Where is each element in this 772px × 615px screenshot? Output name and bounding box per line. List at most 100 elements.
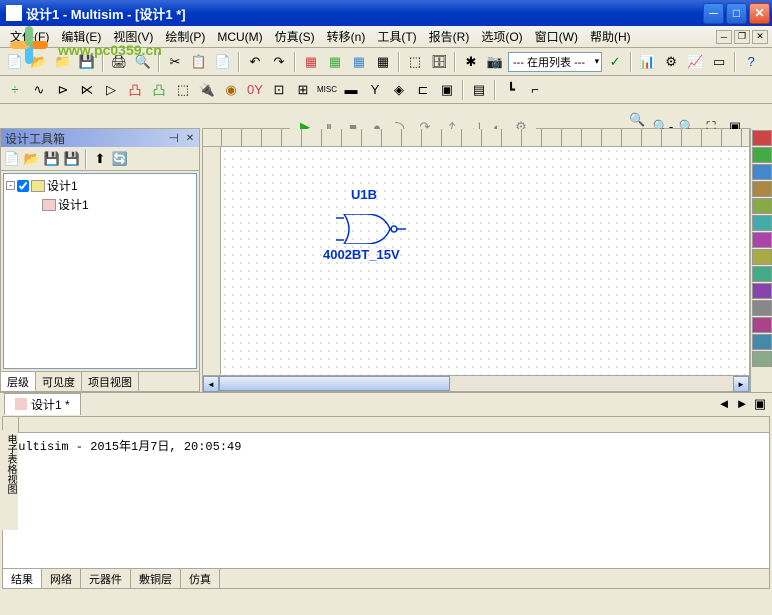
design-tree[interactable]: - 设计1 设计1 (3, 173, 197, 369)
menu-transfer[interactable]: 转移(n) (321, 26, 372, 47)
view-postprocessor-button[interactable]: ▦ (348, 51, 370, 73)
mcu-comp-button[interactable]: ▣ (436, 79, 458, 101)
iv-analyzer-button[interactable] (752, 300, 772, 316)
minimize-button[interactable]: ─ (703, 3, 724, 24)
distortion-button[interactable] (752, 317, 772, 333)
toolbox-close-button[interactable]: ✕ (183, 131, 197, 145)
menu-file[interactable]: 文件(F) (4, 26, 55, 47)
toolbox-refresh-button[interactable]: 🔄 (111, 150, 129, 168)
toolbox-open-button[interactable]: 📂 (23, 150, 41, 168)
close-button[interactable]: ✕ (749, 3, 770, 24)
4ch-scope-button[interactable] (752, 198, 772, 214)
component-refdes[interactable]: U1B (351, 187, 377, 202)
bode-button[interactable] (752, 215, 772, 231)
menu-mcu[interactable]: MCU(M) (211, 28, 268, 46)
database-button[interactable]: 🗄 (428, 51, 450, 73)
scroll-right-button[interactable]: ► (733, 376, 749, 392)
outtab-result[interactable]: 结果 (3, 569, 42, 588)
toolbox-up-button[interactable]: ⬆ (91, 150, 109, 168)
misc2-button[interactable]: MISC (316, 79, 338, 101)
schematic-canvas[interactable]: U1B 4002BT_15V (221, 147, 749, 375)
ttl-button[interactable]: 凸 (124, 79, 146, 101)
undo-button[interactable]: ↶ (244, 51, 266, 73)
scroll-left-button[interactable]: ◄ (203, 376, 219, 392)
open-button[interactable]: 📂 (28, 51, 50, 73)
network-button[interactable] (752, 351, 772, 367)
analog-button[interactable]: ▷ (100, 79, 122, 101)
doctab-close-button[interactable]: ▣ (752, 396, 768, 412)
menu-tools[interactable]: 工具(T) (371, 26, 422, 47)
cut-button[interactable]: ✂ (164, 51, 186, 73)
logic-analyzer-button[interactable] (752, 266, 772, 282)
print-preview-button[interactable]: 🔍 (132, 51, 154, 73)
basic-button[interactable]: ∿ (28, 79, 50, 101)
capture-button[interactable]: 📷 (484, 51, 506, 73)
open-sample-button[interactable]: 📁 (52, 51, 74, 73)
nor-gate-icon[interactable] (336, 214, 406, 244)
scroll-thumb[interactable] (219, 376, 450, 391)
power-button[interactable]: 0Y (244, 79, 266, 101)
copy-button[interactable]: 📋 (188, 51, 210, 73)
wire-button[interactable]: ⌐ (524, 79, 546, 101)
toolbox-save-button[interactable]: 💾 (43, 150, 61, 168)
output-header[interactable] (3, 417, 769, 433)
tree-root-item[interactable]: - 设计1 (6, 176, 194, 195)
erc-button[interactable]: ✱ (460, 51, 482, 73)
source-button[interactable]: ÷ (4, 79, 26, 101)
scrollbar-horizontal[interactable]: ◄ ► (203, 375, 749, 391)
tab-project[interactable]: 项目视图 (82, 372, 139, 391)
hierarchy-button[interactable]: ▤ (468, 79, 490, 101)
inuse-list-combo[interactable]: --- 在用列表 --- (508, 52, 602, 72)
advanced-button[interactable]: ⊞ (292, 79, 314, 101)
scroll-track[interactable] (219, 376, 733, 391)
help-button[interactable]: ? (740, 51, 762, 73)
save-button[interactable]: 💾 (76, 51, 98, 73)
logic-converter-button[interactable] (752, 283, 772, 299)
diode-button[interactable]: ⊳ (52, 79, 74, 101)
outtab-components[interactable]: 元器件 (81, 569, 131, 588)
menu-options[interactable]: 选项(O) (475, 26, 528, 47)
cmos-button[interactable]: 凸 (148, 79, 170, 101)
doctab-design1[interactable]: 设计1 * (4, 393, 81, 415)
mdi-restore-button[interactable]: ❐ (734, 30, 750, 44)
menu-edit[interactable]: 编辑(E) (55, 26, 107, 47)
view-spreadsheet-button[interactable]: ▦ (300, 51, 322, 73)
tab-visibility[interactable]: 可见度 (36, 372, 82, 391)
menu-reports[interactable]: 报告(R) (423, 26, 476, 47)
breadboard-button[interactable]: ▭ (708, 51, 730, 73)
connector-button[interactable]: ⊏ (412, 79, 434, 101)
tree-root-checkbox[interactable] (17, 180, 29, 192)
new-button[interactable]: 📄 (4, 51, 26, 73)
bus-button[interactable]: ┗ (500, 79, 522, 101)
word-gen-button[interactable] (752, 249, 772, 265)
menu-place[interactable]: 绘制(P) (159, 26, 211, 47)
menu-window[interactable]: 窗口(W) (529, 26, 584, 47)
doctab-prev-button[interactable]: ◄ (716, 396, 732, 412)
toolbox-pin-icon[interactable]: ⊣ (169, 131, 179, 145)
ni-button[interactable]: ◈ (388, 79, 410, 101)
doctab-next-button[interactable]: ► (734, 396, 750, 412)
menu-sim[interactable]: 仿真(S) (269, 26, 321, 47)
outtab-sim[interactable]: 仿真 (181, 569, 220, 588)
outtab-nets[interactable]: 网络 (42, 569, 81, 588)
rf-button[interactable]: ▬ (340, 79, 362, 101)
electromech-button[interactable]: Y (364, 79, 386, 101)
mixed-button[interactable]: 🔌 (196, 79, 218, 101)
misc-digital-button[interactable]: ⬚ (172, 79, 194, 101)
component-wizard-button[interactable]: ⬚ (404, 51, 426, 73)
function-gen-button[interactable] (752, 147, 772, 163)
misc-button[interactable]: ⊡ (268, 79, 290, 101)
redo-button[interactable]: ↷ (268, 51, 290, 73)
grapher-icon[interactable]: 📊 (636, 51, 658, 73)
analysis-button[interactable]: ⚙ (660, 51, 682, 73)
spectrum-button[interactable] (752, 334, 772, 350)
view-grapher-button[interactable]: ▦ (324, 51, 346, 73)
maximize-button[interactable]: □ (726, 3, 747, 24)
outtab-copper[interactable]: 敷铜层 (131, 569, 181, 588)
wattmeter-button[interactable] (752, 164, 772, 180)
component-part[interactable]: 4002BT_15V (323, 247, 400, 262)
tab-hierarchy[interactable]: 层级 (1, 372, 36, 391)
toolbox-saveall-button[interactable]: 💾 (63, 150, 81, 168)
transistor-button[interactable]: ⋉ (76, 79, 98, 101)
multimeter-button[interactable] (752, 130, 772, 146)
